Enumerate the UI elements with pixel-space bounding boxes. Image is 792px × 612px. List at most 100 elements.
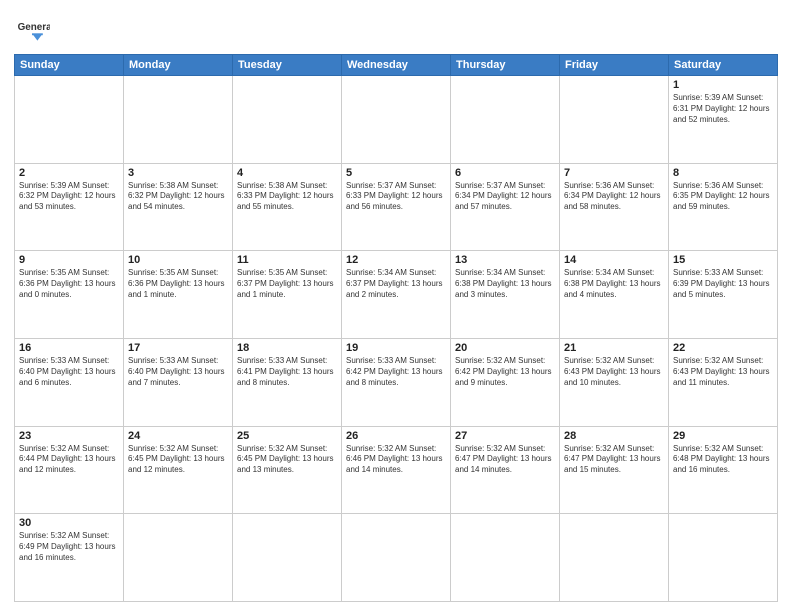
day-info: Sunrise: 5:33 AM Sunset: 6:39 PM Dayligh… [673,268,773,300]
table-cell: 19 Sunrise: 5:33 AM Sunset: 6:42 PM Dayli… [342,338,451,426]
table-cell: 11 Sunrise: 5:35 AM Sunset: 6:37 PM Dayli… [233,251,342,339]
day-number: 13 [455,254,555,266]
day-number: 7 [564,167,664,179]
day-info: Sunrise: 5:32 AM Sunset: 6:45 PM Dayligh… [237,444,337,476]
table-cell [124,76,233,164]
day-number: 16 [19,342,119,354]
logo-icon: General [14,10,50,46]
day-number: 20 [455,342,555,354]
svg-text:General: General [18,22,50,33]
day-number: 14 [564,254,664,266]
day-number: 9 [19,254,119,266]
day-number: 11 [237,254,337,266]
day-number: 15 [673,254,773,266]
day-info: Sunrise: 5:37 AM Sunset: 6:34 PM Dayligh… [455,181,555,213]
header-friday: Friday [560,55,669,76]
day-number: 19 [346,342,446,354]
table-cell: 8 Sunrise: 5:36 AM Sunset: 6:35 PM Daylig… [669,163,778,251]
day-info: Sunrise: 5:38 AM Sunset: 6:33 PM Dayligh… [237,181,337,213]
table-cell: 22 Sunrise: 5:32 AM Sunset: 6:43 PM Dayli… [669,338,778,426]
day-info: Sunrise: 5:35 AM Sunset: 6:36 PM Dayligh… [128,268,228,300]
table-cell: 17 Sunrise: 5:33 AM Sunset: 6:40 PM Dayli… [124,338,233,426]
table-cell [451,514,560,602]
table-cell: 14 Sunrise: 5:34 AM Sunset: 6:38 PM Dayli… [560,251,669,339]
calendar-table: Sunday Monday Tuesday Wednesday Thursday… [14,54,778,602]
table-cell: 25 Sunrise: 5:32 AM Sunset: 6:45 PM Dayli… [233,426,342,514]
table-cell: 24 Sunrise: 5:32 AM Sunset: 6:45 PM Dayli… [124,426,233,514]
day-number: 4 [237,167,337,179]
header: General [14,10,778,46]
day-number: 22 [673,342,773,354]
day-info: Sunrise: 5:32 AM Sunset: 6:47 PM Dayligh… [455,444,555,476]
table-cell: 28 Sunrise: 5:32 AM Sunset: 6:47 PM Dayli… [560,426,669,514]
table-cell: 23 Sunrise: 5:32 AM Sunset: 6:44 PM Dayli… [15,426,124,514]
header-sunday: Sunday [15,55,124,76]
page: General Sunday Monday Tuesday Wednesday … [0,0,792,612]
table-cell: 27 Sunrise: 5:32 AM Sunset: 6:47 PM Dayli… [451,426,560,514]
day-info: Sunrise: 5:33 AM Sunset: 6:40 PM Dayligh… [128,356,228,388]
table-cell: 16Sunrise: 5:33 AM Sunset: 6:40 PM Dayli… [15,338,124,426]
day-number: 27 [455,430,555,442]
day-info: Sunrise: 5:32 AM Sunset: 6:43 PM Dayligh… [564,356,664,388]
day-info: Sunrise: 5:33 AM Sunset: 6:41 PM Dayligh… [237,356,337,388]
table-cell: 15 Sunrise: 5:33 AM Sunset: 6:39 PM Dayli… [669,251,778,339]
day-number: 10 [128,254,228,266]
table-cell: 7 Sunrise: 5:36 AM Sunset: 6:34 PM Daylig… [560,163,669,251]
day-info: Sunrise: 5:36 AM Sunset: 6:34 PM Dayligh… [564,181,664,213]
day-number: 29 [673,430,773,442]
day-info: Sunrise: 5:32 AM Sunset: 6:44 PM Dayligh… [19,444,119,476]
weekday-header-row: Sunday Monday Tuesday Wednesday Thursday… [15,55,778,76]
table-cell [124,514,233,602]
day-info: Sunrise: 5:39 AM Sunset: 6:31 PM Dayligh… [673,93,773,125]
day-info: Sunrise: 5:34 AM Sunset: 6:37 PM Dayligh… [346,268,446,300]
day-info: Sunrise: 5:32 AM Sunset: 6:49 PM Dayligh… [19,531,119,563]
day-info: Sunrise: 5:32 AM Sunset: 6:47 PM Dayligh… [564,444,664,476]
day-number: 17 [128,342,228,354]
table-cell [342,514,451,602]
day-number: 25 [237,430,337,442]
table-cell: 26 Sunrise: 5:32 AM Sunset: 6:46 PM Dayli… [342,426,451,514]
table-cell: 9 Sunrise: 5:35 AM Sunset: 6:36 PM Daylig… [15,251,124,339]
day-number: 2 [19,167,119,179]
day-number: 30 [19,517,119,529]
table-cell: 10 Sunrise: 5:35 AM Sunset: 6:36 PM Dayli… [124,251,233,339]
header-tuesday: Tuesday [233,55,342,76]
day-number: 6 [455,167,555,179]
day-number: 23 [19,430,119,442]
day-info: Sunrise: 5:32 AM Sunset: 6:46 PM Dayligh… [346,444,446,476]
day-number: 8 [673,167,773,179]
day-info: Sunrise: 5:35 AM Sunset: 6:36 PM Dayligh… [19,268,119,300]
day-number: 3 [128,167,228,179]
table-cell: 12 Sunrise: 5:34 AM Sunset: 6:37 PM Dayli… [342,251,451,339]
table-cell [669,514,778,602]
day-info: Sunrise: 5:35 AM Sunset: 6:37 PM Dayligh… [237,268,337,300]
day-info: Sunrise: 5:32 AM Sunset: 6:43 PM Dayligh… [673,356,773,388]
day-number: 12 [346,254,446,266]
header-saturday: Saturday [669,55,778,76]
day-number: 26 [346,430,446,442]
table-cell [560,514,669,602]
table-cell [451,76,560,164]
day-number: 24 [128,430,228,442]
logo: General [14,10,54,46]
header-thursday: Thursday [451,55,560,76]
header-wednesday: Wednesday [342,55,451,76]
day-info: Sunrise: 5:34 AM Sunset: 6:38 PM Dayligh… [564,268,664,300]
table-cell: 30 Sunrise: 5:32 AM Sunset: 6:49 PM Dayli… [15,514,124,602]
table-cell: 1 Sunrise: 5:39 AM Sunset: 6:31 PM Daylig… [669,76,778,164]
table-cell: 13Sunrise: 5:34 AM Sunset: 6:38 PM Dayli… [451,251,560,339]
table-cell: 6 Sunrise: 5:37 AM Sunset: 6:34 PM Daylig… [451,163,560,251]
day-info: Sunrise: 5:32 AM Sunset: 6:42 PM Dayligh… [455,356,555,388]
day-number: 1 [673,79,773,91]
day-info: Sunrise: 5:32 AM Sunset: 6:48 PM Dayligh… [673,444,773,476]
table-cell [560,76,669,164]
day-number: 28 [564,430,664,442]
day-info: Sunrise: 5:33 AM Sunset: 6:42 PM Dayligh… [346,356,446,388]
table-cell [15,76,124,164]
day-info: Sunrise: 5:36 AM Sunset: 6:35 PM Dayligh… [673,181,773,213]
table-cell: 5Sunrise: 5:37 AM Sunset: 6:33 PM Daylig… [342,163,451,251]
day-info: Sunrise: 5:32 AM Sunset: 6:45 PM Dayligh… [128,444,228,476]
table-cell: 29 Sunrise: 5:32 AM Sunset: 6:48 PM Dayli… [669,426,778,514]
day-number: 21 [564,342,664,354]
table-cell: 18Sunrise: 5:33 AM Sunset: 6:41 PM Dayli… [233,338,342,426]
